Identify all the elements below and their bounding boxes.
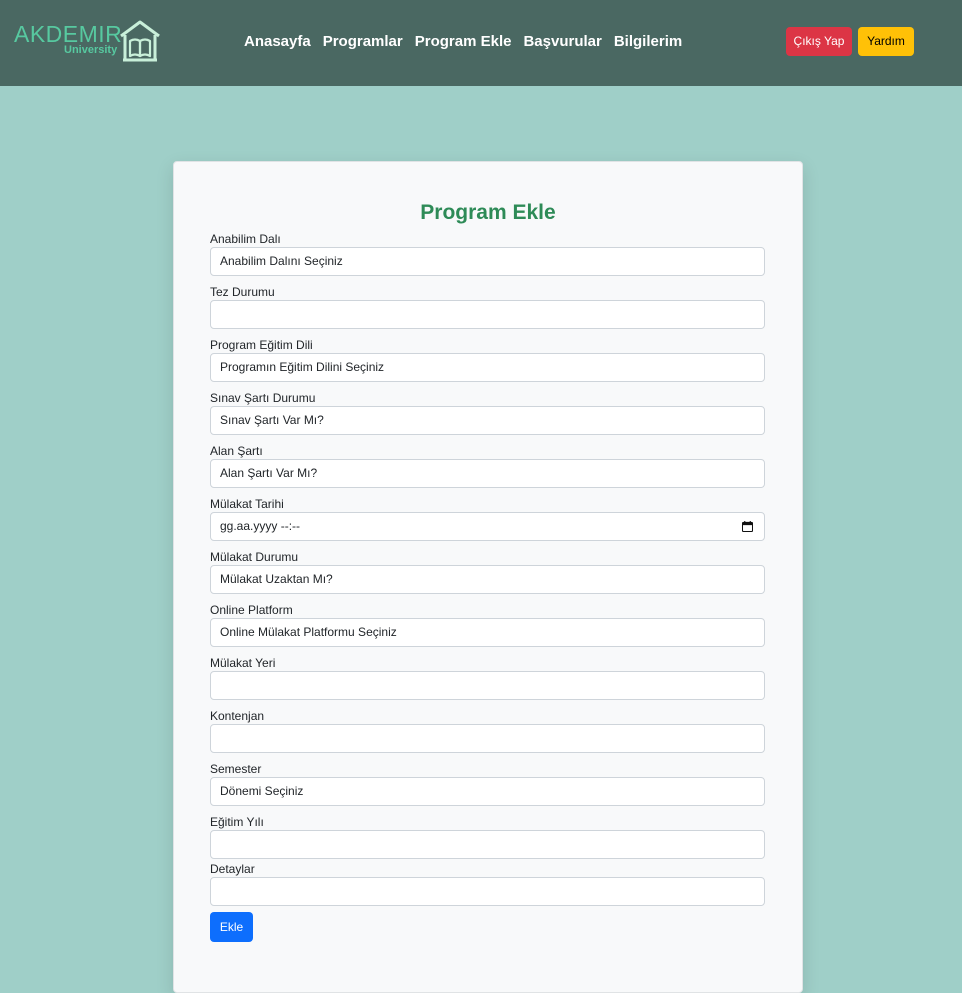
select-value: Dönemi Seçiniz [220, 784, 304, 798]
semester-select[interactable]: Dönemi Seçiniz [210, 777, 765, 806]
anabilim-dali-select[interactable]: Anabilim Dalını Seçiniz [210, 247, 765, 276]
mulakat-tarihi-input[interactable]: gg.aa.yyyy --:-- [210, 512, 765, 541]
egitim-yili-input[interactable] [210, 830, 765, 859]
add-program-button[interactable]: Ekle [210, 912, 253, 942]
select-value: Mülakat Uzaktan Mı? [220, 572, 333, 586]
mulakat-yeri-input[interactable] [210, 671, 765, 700]
nav-link-bilgilerim[interactable]: Bilgilerim [614, 32, 682, 52]
field-tez-durumu: Tez Durumu [210, 285, 765, 329]
select-value: Programın Eğitim Dilini Seçiniz [220, 360, 385, 374]
field-egitim-yili: Eğitim Yılı [210, 815, 765, 859]
nav-link-anasayfa[interactable]: Anasayfa [244, 32, 311, 52]
nav-link-program-ekle[interactable]: Program Ekle [415, 32, 512, 52]
field-mulakat-durumu: Mülakat Durumu Mülakat Uzaktan Mı? [210, 550, 765, 594]
field-label: Mülakat Durumu [210, 550, 299, 564]
field-anabilim-dali: Anabilim Dalı Anabilim Dalını Seçiniz [210, 232, 765, 276]
field-detaylar: Detaylar [210, 862, 765, 906]
help-button[interactable]: Yardım [858, 27, 914, 56]
nav-links: Anasayfa Programlar Program Ekle Başvuru… [244, 32, 682, 52]
field-label: Mülakat Yeri [210, 656, 276, 670]
field-label: Program Eğitim Dili [210, 338, 313, 352]
field-label: Alan Şartı [210, 444, 263, 458]
egitim-dili-select[interactable]: Programın Eğitim Dilini Seçiniz [210, 353, 765, 382]
nav-link-programlar[interactable]: Programlar [323, 32, 403, 52]
field-label: Tez Durumu [210, 285, 275, 299]
logout-button[interactable]: Çıkış Yap [786, 27, 852, 56]
online-platform-select[interactable]: Online Mülakat Platformu Seçiniz [210, 618, 765, 647]
calendar-icon[interactable] [742, 521, 753, 532]
program-add-card: Program Ekle Anabilim Dalı Anabilim Dalı… [173, 161, 803, 993]
top-navbar: AKDEMIR University Anasayfa Programlar P… [0, 0, 962, 86]
date-placeholder: gg.aa.yyyy --:-- [220, 519, 301, 533]
select-value: Sınav Şartı Var Mı? [220, 413, 324, 427]
field-label: Detaylar [210, 862, 255, 876]
field-label: Kontenjan [210, 709, 265, 723]
tez-durumu-input[interactable] [210, 300, 765, 329]
detaylar-input[interactable] [210, 877, 765, 906]
nav-link-basvurular[interactable]: Başvurular [523, 32, 601, 52]
field-label: Mülakat Tarihi [210, 497, 284, 511]
field-sinav-sarti: Sınav Şartı Durumu Sınav Şartı Var Mı? [210, 391, 765, 435]
field-online-platform: Online Platform Online Mülakat Platformu… [210, 603, 765, 647]
book-house-icon [120, 20, 160, 62]
field-label: Anabilim Dalı [210, 232, 281, 246]
sinav-sarti-select[interactable]: Sınav Şartı Var Mı? [210, 406, 765, 435]
field-egitim-dili: Program Eğitim Dili Programın Eğitim Dil… [210, 338, 765, 382]
form-title: Program Ekle [420, 201, 556, 224]
brand-logo[interactable]: AKDEMIR University [14, 17, 164, 65]
field-mulakat-tarihi: Mülakat Tarihi gg.aa.yyyy --:-- [210, 497, 765, 541]
select-value: Alan Şartı Var Mı? [220, 466, 318, 480]
brand-subtitle: University [64, 44, 118, 56]
mulakat-durumu-select[interactable]: Mülakat Uzaktan Mı? [210, 565, 765, 594]
alan-sarti-select[interactable]: Alan Şartı Var Mı? [210, 459, 765, 488]
field-kontenjan: Kontenjan [210, 709, 765, 753]
kontenjan-input[interactable] [210, 724, 765, 753]
select-value: Anabilim Dalını Seçiniz [220, 254, 343, 268]
field-mulakat-yeri: Mülakat Yeri [210, 656, 765, 700]
field-label: Semester [210, 762, 262, 776]
select-value: Online Mülakat Platformu Seçiniz [220, 625, 397, 639]
field-label: Online Platform [210, 603, 293, 617]
field-label: Sınav Şartı Durumu [210, 391, 316, 405]
field-label: Eğitim Yılı [210, 815, 264, 829]
field-alan-sarti: Alan Şartı Alan Şartı Var Mı? [210, 444, 765, 488]
field-semester: Semester Dönemi Seçiniz [210, 762, 765, 806]
